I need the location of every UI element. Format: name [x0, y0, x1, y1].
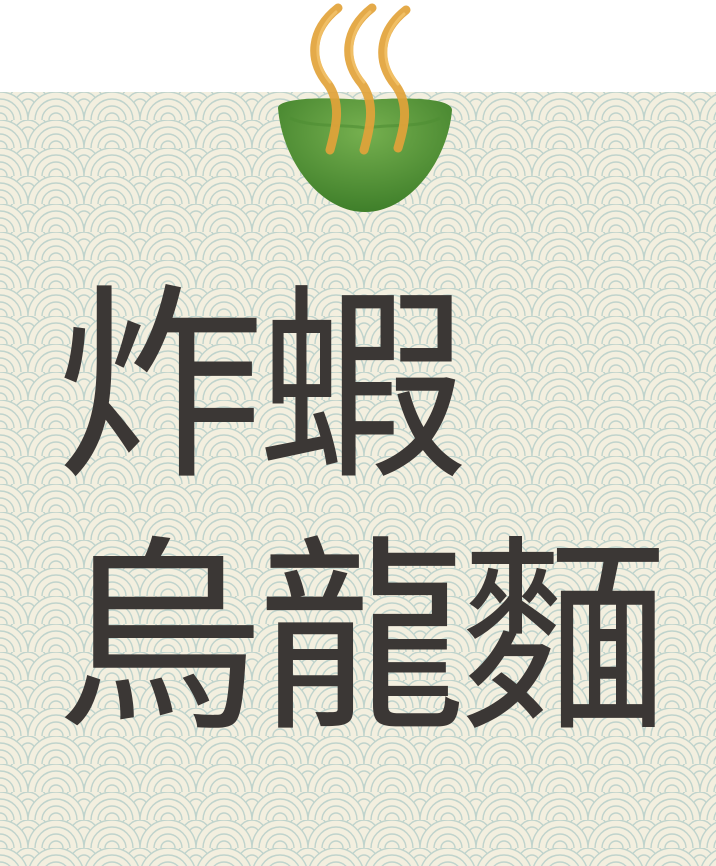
dish-title-line-2: 烏龍麵	[56, 519, 668, 761]
steaming-bowl-icon	[278, 3, 452, 212]
dish-title-line-1: 炸蝦	[56, 267, 466, 509]
dish-title: 炸蝦 烏龍麵	[56, 262, 676, 766]
menu-card-page: 炸蝦 烏龍麵	[0, 0, 716, 866]
